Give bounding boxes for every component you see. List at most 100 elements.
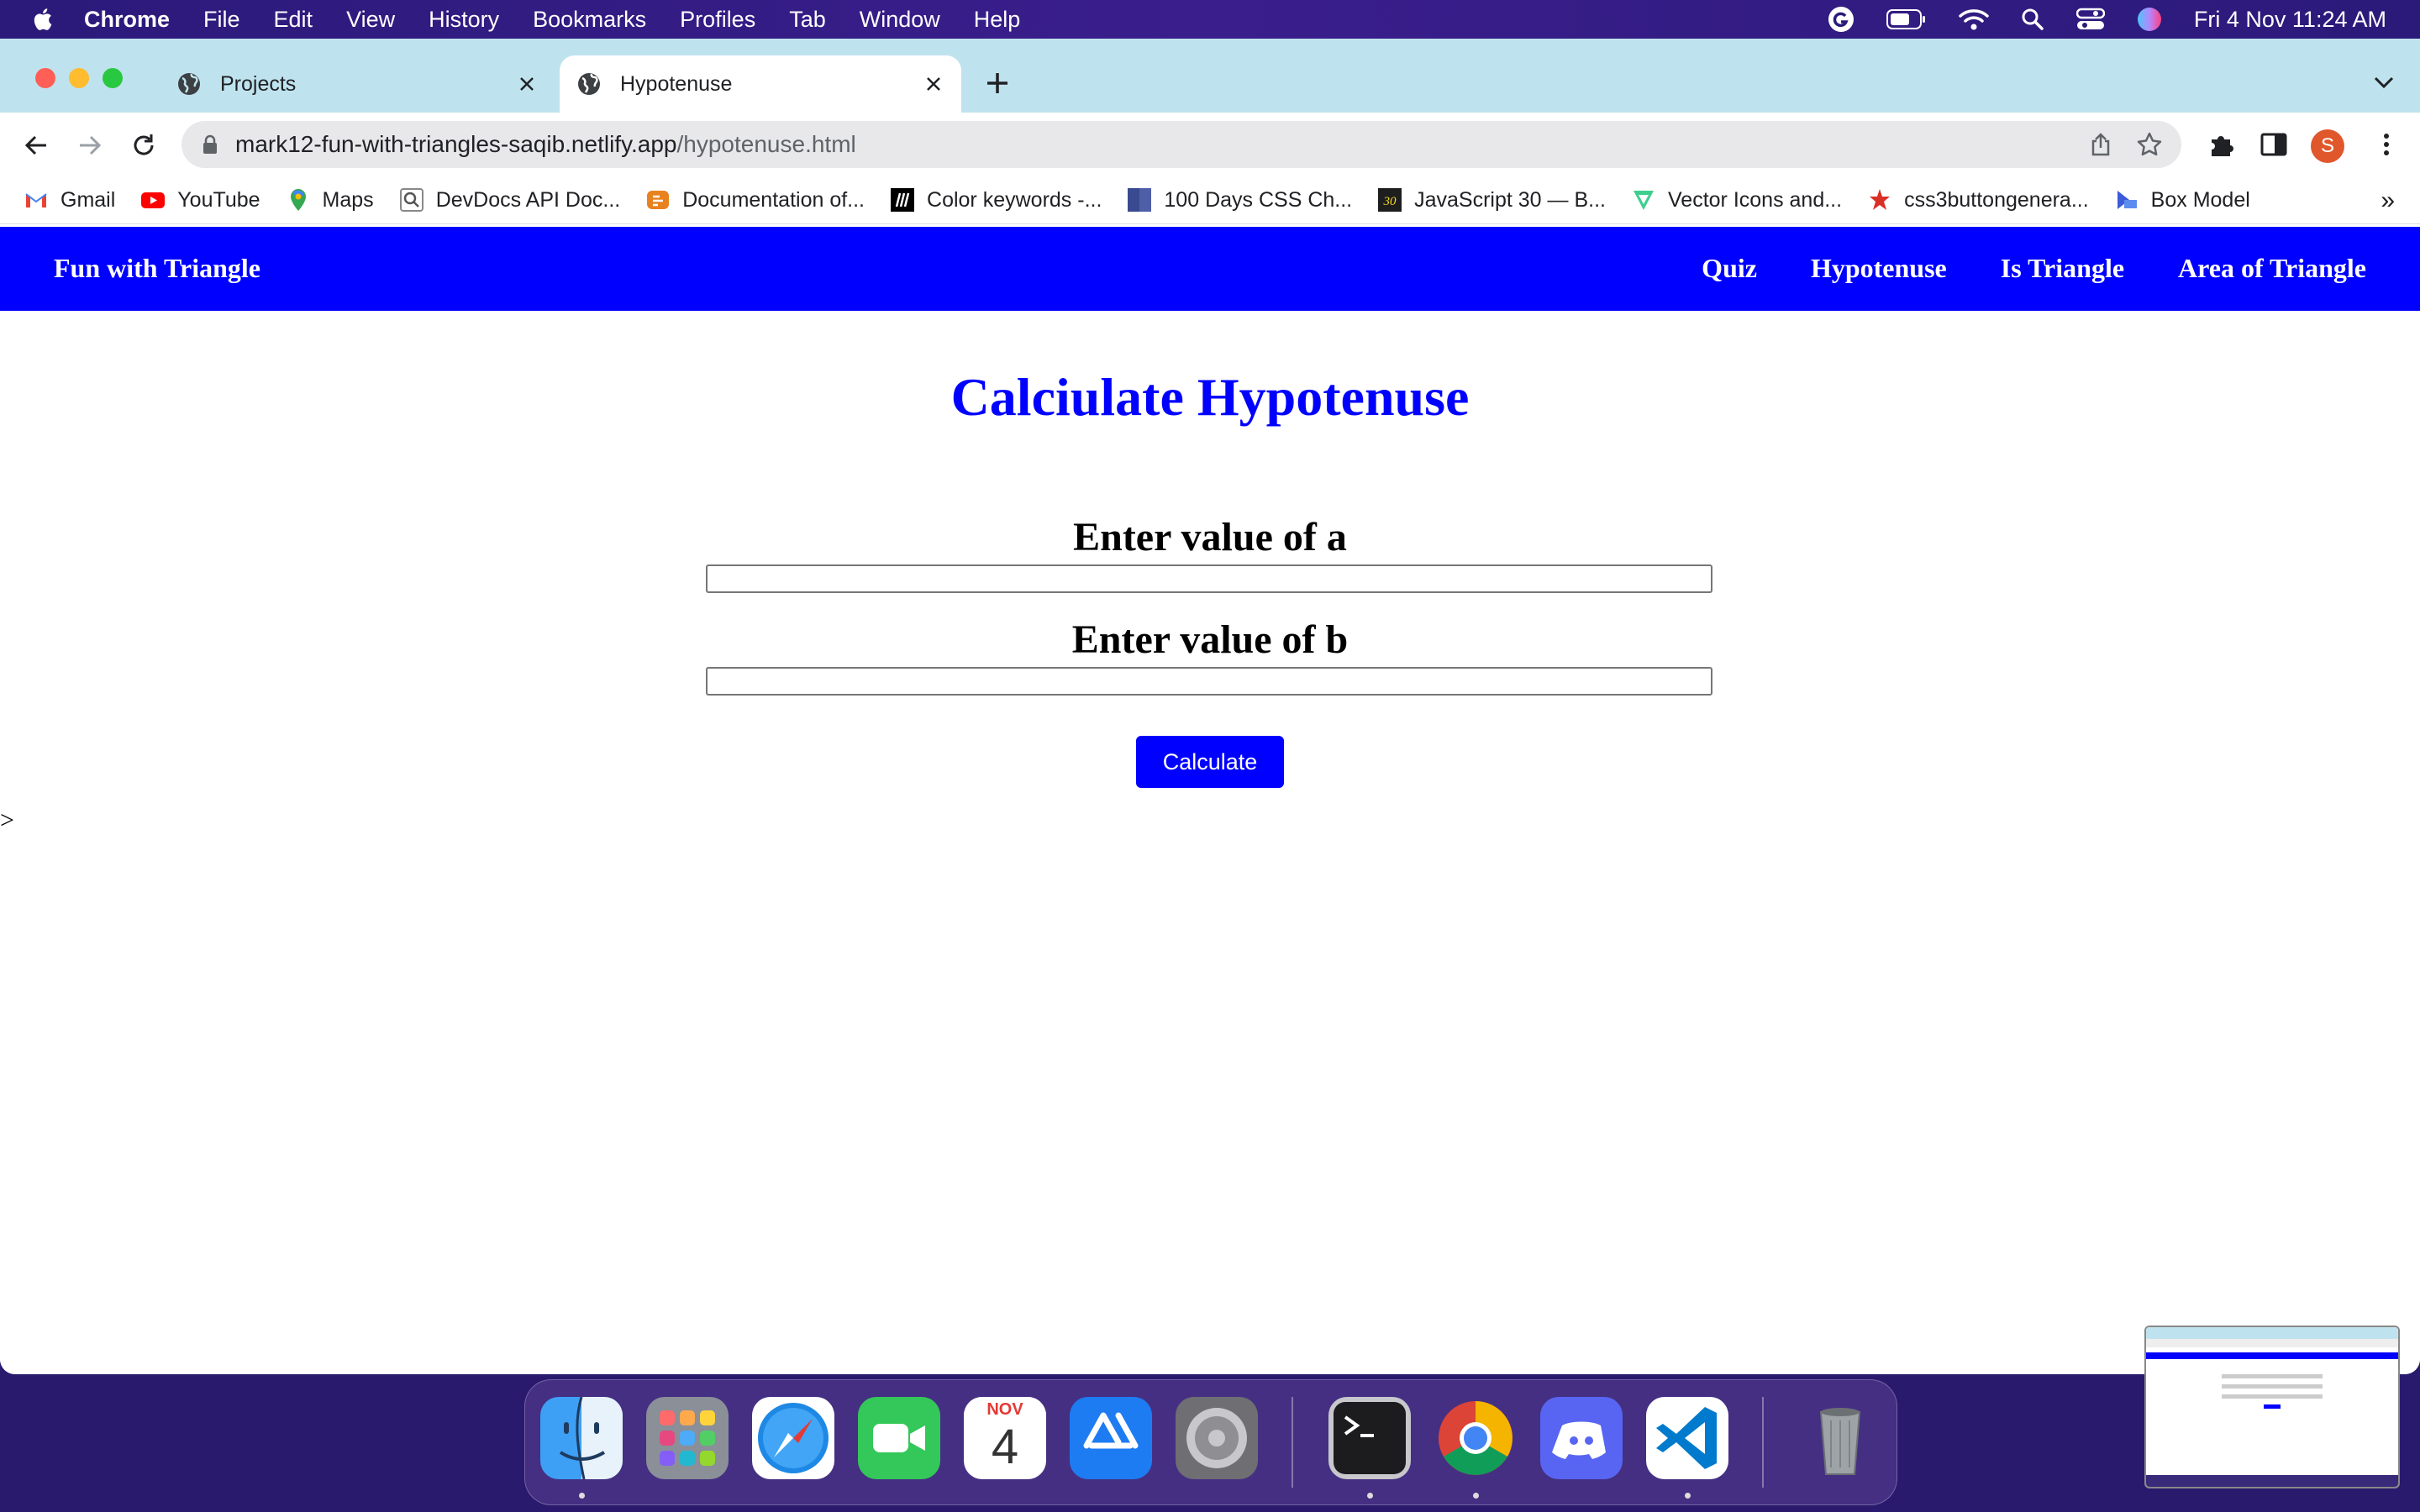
menu-bookmarks[interactable]: Bookmarks [533, 7, 646, 33]
calendar-month: NOV [964, 1397, 1046, 1419]
dock-chrome-icon[interactable] [1434, 1397, 1517, 1479]
tab-search-chevron-icon[interactable] [2373, 74, 2395, 91]
nav-link-is-triangle[interactable]: Is Triangle [2001, 253, 2124, 284]
calculate-button[interactable]: Calculate [1136, 736, 1284, 788]
bookmarks-bar: Gmail YouTube Maps DevDocs API Doc... Do… [0, 176, 2420, 224]
menu-app-chrome[interactable]: Chrome [84, 7, 170, 33]
maps-icon [290, 189, 306, 211]
share-icon[interactable] [2089, 133, 2112, 156]
bookmark-css3buttongenerator[interactable]: css3buttongenera... [1867, 187, 2089, 213]
tab-hypotenuse[interactable]: Hypotenuse [560, 55, 961, 113]
extensions-puzzle-icon[interactable] [2207, 129, 2237, 160]
dock-running-indicator [1473, 1493, 1479, 1499]
url-host: mark12-fun-with-triangles-saqib.netlify.… [235, 131, 677, 157]
bookmark-label: YouTube [177, 187, 260, 212]
menu-help[interactable]: Help [974, 7, 1021, 33]
calendar-day: 4 [991, 1420, 1019, 1474]
bookmark-box-model[interactable]: Box Model [2114, 187, 2250, 213]
bookmark-label: Maps [322, 187, 374, 212]
grammarly-icon[interactable] [1828, 6, 1854, 33]
menu-view[interactable]: View [346, 7, 395, 33]
menubar-status-area: Fri 4 Nov 11:24 AM [1828, 0, 2386, 39]
bookmark-label: Gmail [60, 187, 116, 212]
site-nav-links: Quiz Hypotenuse Is Triangle Area of Tria… [1702, 253, 2366, 284]
label-side-b: Enter value of b [1071, 617, 1349, 662]
apple-icon[interactable] [30, 7, 54, 32]
gmail-icon [25, 193, 47, 207]
siri-icon[interactable] [2137, 7, 2162, 32]
side-b-input[interactable] [706, 667, 1712, 696]
nav-link-quiz[interactable]: Quiz [1702, 253, 1757, 284]
dock-launchpad-icon[interactable] [646, 1397, 729, 1479]
macos-dock: NOV 4 [524, 1379, 1897, 1505]
chrome-window: Projects Hypotenuse mark12-fun-with-tria… [0, 39, 2420, 1374]
bookmark-label: 100 Days CSS Ch... [1164, 187, 1353, 212]
dock-discord-icon[interactable] [1540, 1397, 1623, 1479]
vector-icon [1634, 191, 1654, 210]
bookmark-youtube[interactable]: YouTube [140, 187, 260, 213]
window-zoom-button[interactable] [103, 68, 123, 88]
side-a-input[interactable] [706, 564, 1712, 593]
bookmark-label: Vector Icons and... [1668, 187, 1843, 212]
menu-profiles[interactable]: Profiles [680, 7, 755, 33]
bookmark-color-keywords[interactable]: Color keywords -... [890, 187, 1102, 213]
bookmark-star-icon[interactable] [2136, 131, 2163, 158]
css-icon [1128, 188, 1152, 212]
dock-safari-icon[interactable] [752, 1397, 834, 1479]
site-navbar: Fun with Triangle Quiz Hypotenuse Is Tri… [0, 227, 2420, 311]
menubar-clock[interactable]: Fri 4 Nov 11:24 AM [2194, 7, 2386, 33]
dock-calendar-icon[interactable]: NOV 4 [964, 1397, 1046, 1479]
profile-avatar[interactable]: S [2311, 129, 2344, 163]
bookmark-maps[interactable]: Maps [286, 187, 374, 213]
dock-facetime-icon[interactable] [858, 1397, 940, 1479]
svg-text:30: 30 [1383, 195, 1397, 208]
back-arrow-icon[interactable] [24, 133, 49, 158]
lock-icon[interactable] [202, 134, 218, 155]
window-minimize-button[interactable] [69, 68, 89, 88]
address-bar[interactable]: mark12-fun-with-triangles-saqib.netlify.… [182, 121, 2181, 168]
menu-file[interactable]: File [203, 7, 240, 33]
tab-projects[interactable]: Projects [160, 55, 555, 113]
menu-history[interactable]: History [429, 7, 499, 33]
bookmark-label: Box Model [2150, 187, 2250, 212]
menu-window[interactable]: Window [860, 7, 940, 33]
browser-toolbar: mark12-fun-with-triangles-saqib.netlify.… [0, 113, 2420, 176]
site-brand[interactable]: Fun with Triangle [54, 253, 260, 284]
screenshot-thumbnail[interactable] [2144, 1326, 2400, 1488]
bookmark-devdocs[interactable]: DevDocs API Doc... [399, 187, 620, 213]
nav-link-hypotenuse[interactable]: Hypotenuse [1811, 253, 1947, 284]
battery-icon[interactable] [1886, 8, 1927, 30]
bookmark-100-days-css[interactable]: 100 Days CSS Ch... [1127, 187, 1352, 213]
dock-vscode-icon[interactable] [1646, 1397, 1728, 1479]
stray-text: > [0, 806, 14, 834]
tab-close-icon[interactable] [924, 75, 943, 93]
bookmark-javascript-30[interactable]: 30 JavaScript 30 — B... [1377, 187, 1606, 213]
wifi-icon[interactable] [1959, 8, 1989, 31]
docs-icon [647, 191, 670, 209]
dock-terminal-icon[interactable] [1328, 1397, 1411, 1479]
bookmark-documentation[interactable]: Documentation of... [645, 187, 865, 213]
nav-link-area-of-triangle[interactable]: Area of Triangle [2178, 253, 2366, 284]
forward-arrow-icon[interactable] [77, 133, 103, 158]
window-close-button[interactable] [35, 68, 55, 88]
bookmarks-overflow-chevron-icon[interactable]: » [2381, 186, 2395, 215]
tab-close-icon[interactable] [518, 75, 536, 93]
side-panel-icon[interactable] [2259, 129, 2289, 160]
bookmark-vector-icons[interactable]: Vector Icons and... [1631, 187, 1842, 213]
label-side-a: Enter value of a [1073, 515, 1347, 559]
bookmark-label: css3buttongenera... [1904, 187, 2089, 212]
bookmark-gmail[interactable]: Gmail [24, 187, 115, 213]
dock-app-store-icon[interactable] [1070, 1397, 1152, 1479]
menu-edit[interactable]: Edit [274, 7, 313, 33]
reload-icon[interactable] [131, 133, 156, 158]
dock-system-preferences-icon[interactable] [1176, 1397, 1258, 1479]
dock-finder-icon[interactable] [540, 1397, 623, 1479]
spotlight-search-icon[interactable] [2021, 8, 2044, 31]
dock-trash-icon[interactable] [1799, 1397, 1881, 1479]
chrome-menu-kebab-icon[interactable] [2371, 129, 2402, 160]
control-center-icon[interactable] [2075, 8, 2105, 31]
menu-tab[interactable]: Tab [789, 7, 826, 33]
url-path: /hypotenuse.html [676, 131, 856, 157]
new-tab-plus-icon[interactable] [985, 71, 1010, 96]
tab-strip: Projects Hypotenuse [0, 39, 2420, 113]
